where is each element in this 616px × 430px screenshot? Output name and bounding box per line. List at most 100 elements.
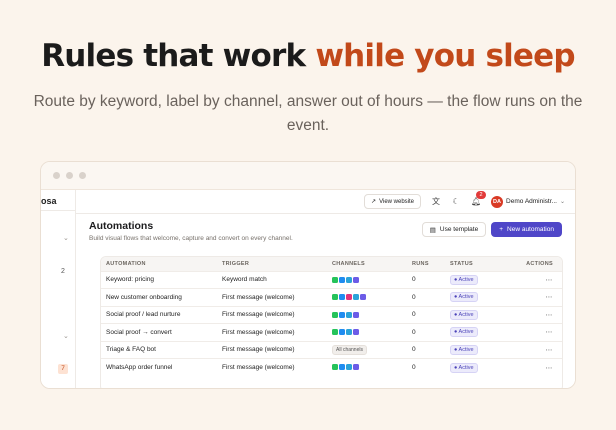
moon-icon[interactable]: ☾ <box>451 197 461 206</box>
hero-title-accent: while you sleep <box>315 38 575 74</box>
telegram-icon <box>346 276 352 283</box>
avatar: DA <box>491 195 504 208</box>
sidebar-chevron-down-icon[interactable]: ⌄ <box>63 234 69 242</box>
automation-status: ● Active <box>446 288 512 306</box>
automations-table-card: AUTOMATION TRIGGER CHANNELS RUNS STATUS … <box>100 256 563 388</box>
status-badge: ● Active <box>450 274 478 285</box>
header-channels[interactable]: CHANNELS <box>328 257 408 271</box>
telegram-icon <box>346 364 352 371</box>
sidebar: osa ⌄ 2 ⌄ 7 <box>41 190 76 388</box>
automation-name[interactable]: Social proof / lead nurture <box>101 305 218 324</box>
window-dot-icon <box>66 172 73 179</box>
hero-subtitle: Route by keyword, label by channel, answ… <box>33 93 583 134</box>
whatsapp-icon <box>332 294 338 301</box>
messenger-icon <box>339 276 345 283</box>
automation-name[interactable]: Triage & FAQ bot <box>101 340 218 359</box>
more-menu-icon[interactable]: ⋯ <box>546 365 554 372</box>
table-row[interactable]: Social proof / lead nurture First message… <box>101 305 562 324</box>
status-badge: ● Active <box>450 344 478 355</box>
brand-logo: osa <box>41 196 57 206</box>
bell-icon[interactable]: 🔔︎ 2 <box>471 191 487 206</box>
automation-status: ● Active <box>446 305 512 324</box>
chevron-down-icon: ⌄ <box>559 199 565 205</box>
whatsapp-icon <box>332 364 338 371</box>
automation-runs: 0 <box>408 358 446 376</box>
more-menu-icon[interactable]: ⋯ <box>546 312 554 319</box>
automation-name[interactable]: Keyword: pricing <box>101 270 218 289</box>
automation-status: ● Active <box>446 270 512 289</box>
automation-channels <box>328 323 408 341</box>
discord-icon <box>353 364 359 371</box>
page-header: Automations Build visual flows that welc… <box>89 220 293 242</box>
user-name: Demo Administr... <box>506 198 557 205</box>
automation-trigger: First message (welcome) <box>218 288 328 306</box>
view-website-button[interactable]: ↗ View website <box>364 194 422 209</box>
more-menu-icon[interactable]: ⋯ <box>546 294 554 301</box>
automations-table: AUTOMATION TRIGGER CHANNELS RUNS STATUS … <box>101 257 562 376</box>
table-row[interactable]: Social proof → convert First message (wel… <box>101 323 562 341</box>
automation-channels: All channels <box>328 340 408 359</box>
app-window-frame: osa ⌄ 2 ⌄ 7 ↗ View website 文 ☾ 🔔︎ 2 DA De… <box>40 161 576 389</box>
table-row[interactable]: Triage & FAQ bot First message (welcome) A… <box>101 340 562 359</box>
status-badge: ● Active <box>450 309 478 320</box>
discord-icon <box>353 329 359 336</box>
messenger-icon <box>339 294 345 301</box>
sidebar-chevron-down-icon[interactable]: ⌄ <box>63 332 69 340</box>
automation-actions: ⋯ <box>512 270 562 289</box>
main-content: ↗ View website 文 ☾ 🔔︎ 2 DA Demo Administr… <box>76 190 575 388</box>
table-header-row: AUTOMATION TRIGGER CHANNELS RUNS STATUS … <box>101 257 562 271</box>
automation-runs: 0 <box>408 323 446 341</box>
automation-trigger: First message (welcome) <box>218 323 328 341</box>
page-title: Automations <box>89 220 154 232</box>
automation-actions: ⋯ <box>512 358 562 376</box>
new-automation-label: New automation <box>507 226 554 233</box>
table-row[interactable]: New customer onboarding First message (we… <box>101 288 562 306</box>
automation-actions: ⋯ <box>512 288 562 306</box>
messenger-icon <box>339 329 345 336</box>
external-link-icon: ↗ <box>371 199 377 205</box>
translate-icon[interactable]: 文 <box>431 196 441 207</box>
more-menu-icon[interactable]: ⋯ <box>546 347 554 354</box>
header-status[interactable]: STATUS <box>446 257 512 271</box>
notification-badge: 2 <box>476 191 487 199</box>
automation-trigger: Keyword match <box>218 270 328 289</box>
user-menu[interactable]: DA Demo Administr... ⌄ <box>491 195 565 208</box>
automation-name[interactable]: WhatsApp order funnel <box>101 358 218 376</box>
telegram-icon <box>353 294 359 301</box>
status-badge: ● Active <box>450 362 478 373</box>
new-automation-button[interactable]: + New automation <box>491 222 562 237</box>
automation-runs: 0 <box>408 340 446 359</box>
hero-title-start: Rules that work <box>41 38 316 74</box>
telegram-icon <box>346 311 352 318</box>
whatsapp-icon <box>332 329 338 336</box>
use-template-button[interactable]: ▤ Use template <box>421 222 487 237</box>
automation-status: ● Active <box>446 323 512 341</box>
messenger-icon <box>339 311 345 318</box>
plus-icon: + <box>499 226 504 233</box>
sidebar-divider <box>41 210 75 211</box>
table-row[interactable]: Keyword: pricing Keyword match 0 ● Active ⋯ <box>101 270 562 289</box>
header-automation[interactable]: AUTOMATION <box>101 257 218 271</box>
window-dot-icon <box>79 172 86 179</box>
automation-channels <box>328 270 408 289</box>
automation-actions: ⋯ <box>512 305 562 324</box>
topbar: ↗ View website 文 ☾ 🔔︎ 2 DA Demo Administr… <box>76 190 575 214</box>
discord-icon <box>353 311 359 318</box>
automation-runs: 0 <box>408 270 446 289</box>
automation-name[interactable]: Social proof → convert <box>101 323 218 341</box>
status-badge: ● Active <box>450 327 478 338</box>
automation-status: ● Active <box>446 358 512 376</box>
automation-name[interactable]: New customer onboarding <box>101 288 218 306</box>
all-channels-badge: All channels <box>332 344 367 355</box>
more-menu-icon[interactable]: ⋯ <box>546 277 554 284</box>
header-runs[interactable]: RUNS <box>408 257 446 271</box>
telegram-icon <box>346 329 352 336</box>
table-row[interactable]: WhatsApp order funnel First message (welc… <box>101 358 562 376</box>
automation-actions: ⋯ <box>512 323 562 341</box>
more-menu-icon[interactable]: ⋯ <box>546 329 554 336</box>
whatsapp-icon <box>332 276 338 283</box>
window-dot-icon <box>53 172 60 179</box>
header-trigger[interactable]: TRIGGER <box>218 257 328 271</box>
discord-icon <box>360 294 366 301</box>
automation-runs: 0 <box>408 288 446 306</box>
